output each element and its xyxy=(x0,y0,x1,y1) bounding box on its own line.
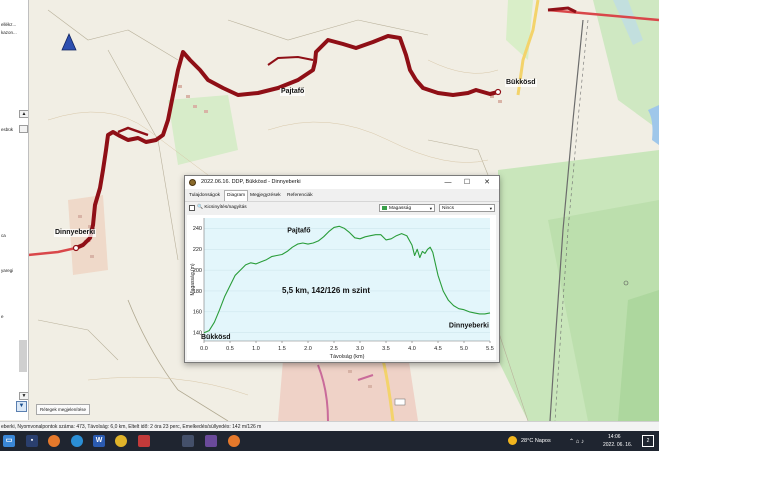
map-label-dinnyeberki: Dinnyeberki xyxy=(54,229,97,237)
edge-icon[interactable] xyxy=(71,435,83,447)
peak-label: Pajtafő xyxy=(287,228,310,235)
x-tick-label: 2.0 xyxy=(304,346,312,352)
elevation-chart[interactable]: 140 160 180 200 220 240 0.0 0.5 1.0 1.5 2.0 2.5 3.0 3… xyxy=(187,215,496,360)
elevation-chart-svg: 1401601802002202400.0 0.5 1.0 1.5 2.0 2.5 3.0 3… xyxy=(190,218,494,360)
dialog-title: 2022.06.16. DDP, Bükkösd - Dinnyeberki xyxy=(201,179,301,185)
zoom-checkbox[interactable] xyxy=(189,205,195,211)
map-label-pajtafo: Pajtafő xyxy=(280,88,306,96)
list-item[interactable]: ellékz... xyxy=(1,22,16,27)
y-axis-select[interactable]: Magasság ▾ xyxy=(379,204,435,212)
x-tick-label: 2.5 xyxy=(330,346,338,352)
save-icon[interactable]: ▪ xyxy=(26,435,38,447)
chrome-icon[interactable] xyxy=(115,435,127,447)
close-button[interactable]: ✕ xyxy=(482,178,492,187)
x-axis-label: Távolság (km) xyxy=(330,354,365,360)
scroll-thumb[interactable] xyxy=(19,125,28,133)
x-tick-label: 4.5 xyxy=(434,346,442,352)
chart-annotation: 5,5 km, 142/126 m szint xyxy=(282,286,370,295)
app-icon[interactable] xyxy=(138,435,150,447)
firefox-icon[interactable] xyxy=(48,435,60,447)
x-tick-label: 3.0 xyxy=(356,346,364,352)
plot-area xyxy=(204,218,490,341)
weather-sun-icon xyxy=(508,436,517,445)
scroll-down-button[interactable]: ▼ xyxy=(19,392,28,400)
app-icon[interactable] xyxy=(182,435,194,447)
end-label: Dinnyeberki xyxy=(449,322,489,329)
app-logo-icon xyxy=(189,179,196,186)
list-item[interactable]: ca xyxy=(1,233,6,238)
track-properties-dialog: 2022.06.16. DDP, Bükkösd - Dinnyeberki —… xyxy=(184,175,500,363)
tab-diagram[interactable]: Diagram xyxy=(224,190,249,201)
x-tick-label: 1.5 xyxy=(278,346,286,352)
filter-icon[interactable]: ▼ xyxy=(16,401,27,412)
layers-button[interactable]: Rétegek megjelenítése xyxy=(36,404,91,415)
secondary-axis-select[interactable]: Nincs ▾ xyxy=(439,204,495,212)
taskbar: ▭ ▪ W 28°C Napos ⌃ ⌂ ♪ 14:06 2022. 06. 1… xyxy=(0,431,659,451)
clock-date[interactable]: 2022. 06. 16. xyxy=(603,442,632,448)
folder-icon[interactable]: ▭ xyxy=(3,435,15,447)
x-tick-label: 1.0 xyxy=(252,346,260,352)
word-icon[interactable]: W xyxy=(93,435,105,447)
dialog-titlebar[interactable]: 2022.06.16. DDP, Bükkösd - Dinnyeberki —… xyxy=(185,176,499,189)
zoom-label: 🔍 Kicsinyítés/nagyítás xyxy=(197,205,247,210)
list-item[interactable]: esbük xyxy=(1,127,13,132)
tab-properties[interactable]: Tulajdonságok xyxy=(187,191,222,200)
chart-toolbar: 🔍 Kicsinyítés/nagyítás Magasság ▾ Nincs ▾ xyxy=(185,201,499,214)
map-label-bukkosd: Bükkösd xyxy=(505,79,537,87)
x-tick-label: 5.0 xyxy=(460,346,468,352)
tab-references[interactable]: Referenciák xyxy=(285,191,315,200)
list-item[interactable]: kazon... xyxy=(1,30,17,35)
x-tick-label: 0.0 xyxy=(200,346,208,352)
list-item[interactable]: e xyxy=(1,314,4,319)
left-panel: ellékz... kazon... ▲ esbük ca yaregi e ▼… xyxy=(0,0,29,420)
firefox-icon[interactable] xyxy=(228,435,240,447)
list-item[interactable]: yaregi xyxy=(1,268,13,273)
weather-text[interactable]: 28°C Napos xyxy=(521,438,551,444)
scroll-up-button[interactable]: ▲ xyxy=(19,110,28,118)
minimize-button[interactable]: — xyxy=(443,178,453,187)
start-label: Bükkösd xyxy=(201,334,231,341)
maximize-button[interactable]: ☐ xyxy=(462,178,472,187)
scrollbar-thumb[interactable] xyxy=(19,340,27,372)
y-axis-label: Magasság (m) xyxy=(190,263,196,295)
app-icon[interactable] xyxy=(205,435,217,447)
x-tick-label: 4.0 xyxy=(408,346,416,352)
clock-time[interactable]: 14:06 xyxy=(608,434,621,440)
x-tick-label: 3.5 xyxy=(382,346,390,352)
notification-icon[interactable]: 2 xyxy=(642,435,654,447)
desktop-screen: Bükkösd Pajtafő Dinnyeberki ellékz... ka… xyxy=(0,0,659,451)
tray-icons[interactable]: ⌃ ⌂ ♪ xyxy=(569,438,584,445)
x-tick-label: 5.5 xyxy=(486,346,494,352)
x-tick-label: 0.5 xyxy=(226,346,234,352)
y-tick-label: 220 xyxy=(193,247,202,253)
y-tick-label: 240 xyxy=(193,226,202,232)
tab-notes[interactable]: Megjegyzések xyxy=(248,191,283,200)
y-tick-label: 160 xyxy=(193,310,202,316)
